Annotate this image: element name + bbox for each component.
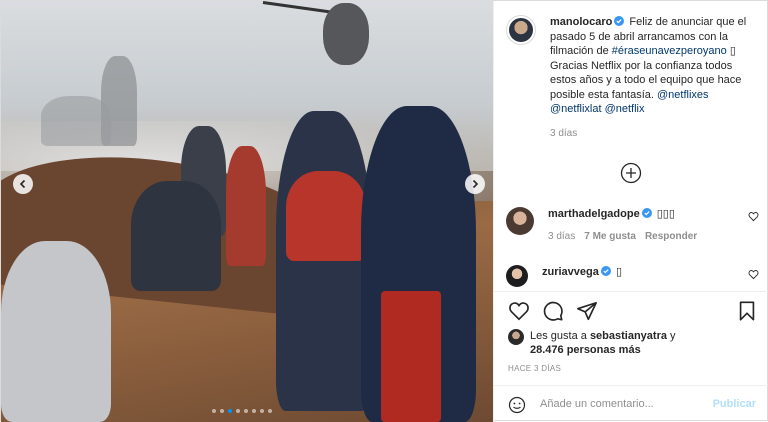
photo-actor-1-jacket (286, 171, 366, 261)
comment-like-heart-icon[interactable] (748, 211, 759, 222)
load-more-comments-button[interactable] (620, 162, 642, 184)
add-circle-icon (620, 162, 642, 184)
carousel-next-button[interactable] (465, 174, 485, 194)
chevron-left-icon (19, 179, 26, 189)
comment-meta: 3 días 7 Me gusta Responder (548, 231, 761, 242)
author-avatar[interactable] (506, 15, 536, 45)
carousel-prev-button[interactable] (13, 174, 33, 194)
caption-time: 3 días (550, 127, 578, 139)
photo-figure (41, 96, 111, 146)
bookmark-icon[interactable] (736, 300, 758, 322)
likes-summary: Les gusta a sebastianyatra y 28.476 pers… (508, 329, 676, 357)
comment-time: 3 días (548, 231, 576, 242)
carousel-dot (228, 409, 232, 413)
caption-body: manolocaro Feliz de anunciar que el pasa… (550, 15, 761, 141)
commenter-username[interactable]: marthadelgadope (548, 208, 640, 220)
likes-suffix: y (666, 330, 676, 342)
commenter-avatar[interactable] (506, 207, 534, 235)
emoji-icon[interactable] (508, 396, 526, 414)
comment-body: marthadelgadope ▯▯▯ 3 días 7 Me gusta Re… (548, 207, 761, 242)
verified-icon (600, 266, 611, 276)
post-sidebar: manolocaro Feliz de anunciar que el pasa… (493, 1, 768, 422)
avatar-image (509, 18, 533, 42)
commenter-avatar[interactable] (506, 265, 528, 287)
likes-text: Les gusta a sebastianyatra y 28.476 pers… (530, 329, 676, 357)
photo-actor-1 (276, 111, 371, 411)
heart-icon[interactable] (508, 300, 530, 322)
comment-item: marthadelgadope ▯▯▯ 3 días 7 Me gusta Re… (506, 207, 761, 242)
comment-input[interactable] (540, 394, 700, 414)
mention-netflixes[interactable]: @netflixes (657, 89, 709, 101)
comment-likes[interactable]: 7 Me gusta (584, 231, 636, 242)
comment-icon[interactable] (542, 300, 564, 322)
carousel-dot (260, 409, 264, 413)
commenter-username[interactable]: zuriavvega (542, 266, 599, 278)
photo-figure (131, 181, 221, 291)
publish-button[interactable]: Publicar (713, 398, 756, 410)
likes-prefix: Les gusta a (530, 330, 590, 342)
comment-text: ▯ (615, 266, 622, 278)
photo-figure (1, 241, 111, 422)
verified-icon (614, 16, 625, 26)
carousel-dot (268, 409, 272, 413)
post-date[interactable]: HACE 3 DÍAS (508, 364, 561, 373)
comment-item: zuriavvega ▯ (506, 265, 761, 287)
share-icon[interactable] (576, 300, 598, 322)
caption-emoji: ▯ (729, 45, 736, 57)
divider (494, 291, 768, 292)
post-actions (508, 300, 758, 322)
carousel-dot (212, 409, 216, 413)
liker-avatar[interactable] (508, 329, 524, 345)
photo-figure (226, 146, 266, 266)
author-username[interactable]: manolocaro (550, 16, 612, 28)
mention-netflix[interactable]: @netflix (605, 103, 645, 115)
carousel-indicator (212, 409, 272, 413)
comment-text: ▯▯▯ (656, 208, 675, 220)
chevron-right-icon (472, 179, 479, 189)
photo-actor-2-coat-lining (381, 291, 441, 422)
verified-icon (641, 208, 652, 218)
carousel-dot (220, 409, 224, 413)
carousel-dot (236, 409, 240, 413)
reply-button[interactable]: Responder (645, 231, 697, 242)
carousel-dot (244, 409, 248, 413)
instagram-post: manolocaro Feliz de anunciar que el pasa… (0, 0, 768, 422)
post-photo[interactable] (1, 1, 493, 422)
liker-username[interactable]: sebastianyatra (590, 330, 667, 342)
comment-body: zuriavvega ▯ (542, 265, 761, 287)
mention-netflixlat[interactable]: @netflixlat (550, 103, 602, 115)
caption-text-2: Gracias Netflix por la confianza todos e… (550, 59, 742, 101)
post-caption: manolocaro Feliz de anunciar que el pasa… (506, 15, 761, 141)
likes-count[interactable]: 28.476 personas más (530, 344, 641, 356)
carousel-dot (252, 409, 256, 413)
photo-boom-mic (323, 3, 369, 65)
caption-hashtag[interactable]: #éraseunavezperoyano (612, 45, 727, 57)
add-comment-bar: Publicar (494, 386, 768, 422)
comment-like-heart-icon[interactable] (748, 269, 759, 280)
